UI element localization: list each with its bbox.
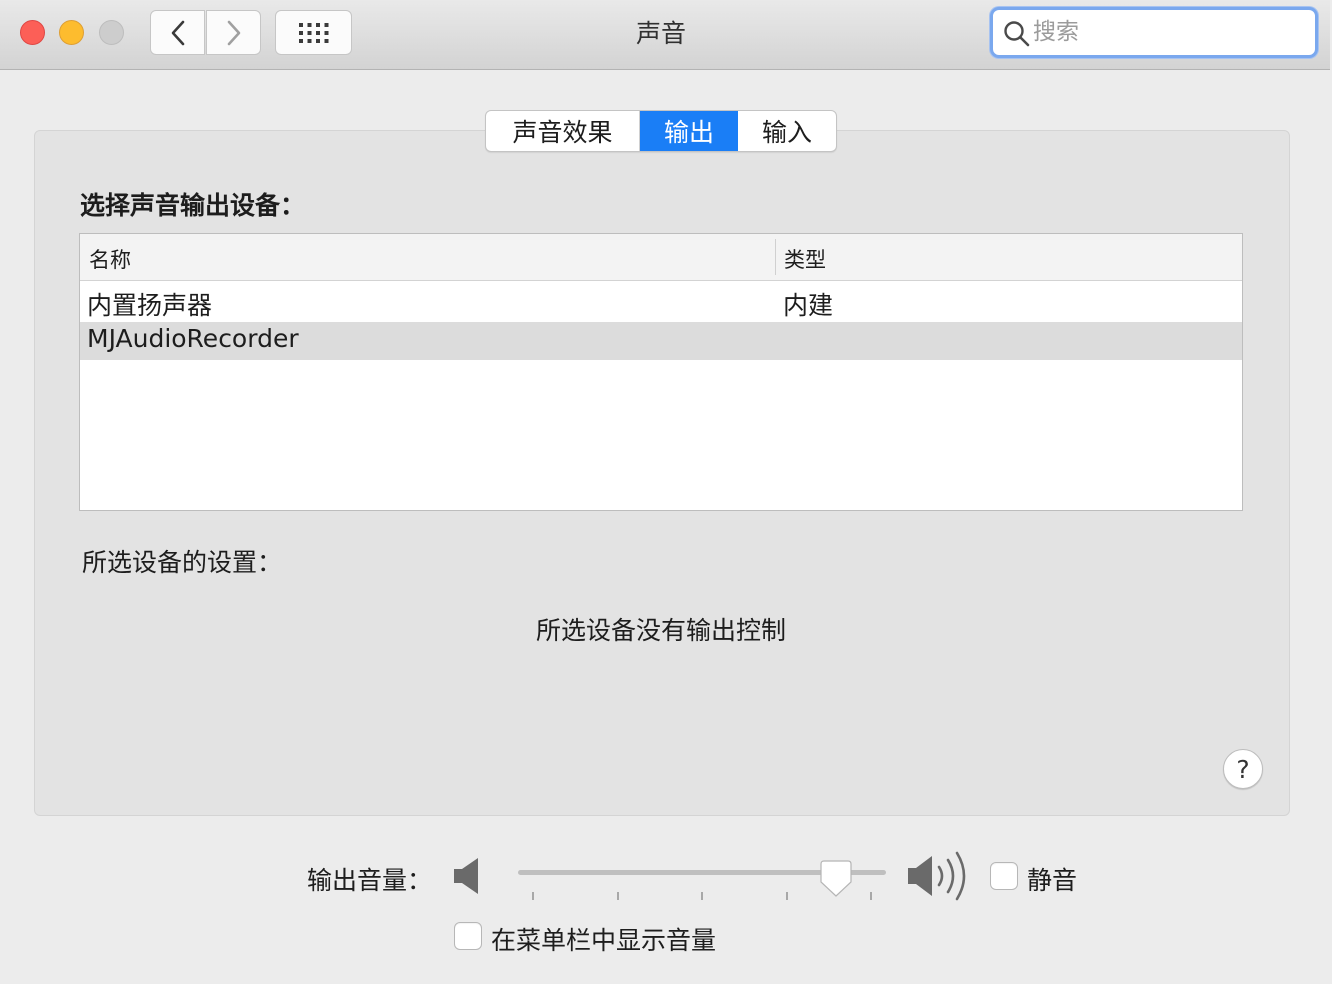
output-device-heading: 选择声音输出设备： (80, 191, 306, 220)
slider-tick (870, 892, 872, 900)
show-volume-in-menubar-checkbox[interactable] (454, 922, 482, 950)
device-name: MJAudioRecorder (87, 324, 299, 353)
table-row-selected[interactable]: MJAudioRecorder (80, 322, 1242, 360)
slider-tick (617, 892, 619, 900)
slider-tick (532, 892, 534, 900)
column-divider[interactable] (775, 239, 776, 275)
no-output-control-message: 所选设备没有输出控制 (535, 616, 786, 645)
device-name: 内置扬声器 (87, 291, 213, 320)
table-header: 名称 类型 (80, 234, 1242, 281)
volume-slider-knob[interactable] (820, 860, 852, 898)
output-volume-label: 输出音量： (307, 866, 433, 895)
table-row[interactable]: 内置扬声器 内建 (80, 282, 1242, 322)
tab-bar: 声音效果 输出 输入 (485, 110, 837, 152)
output-device-table[interactable]: 名称 类型 内置扬声器 内建 MJAudioRecorder (79, 233, 1243, 511)
column-header-name[interactable]: 名称 (89, 244, 131, 274)
slider-tick (701, 892, 703, 900)
search-field[interactable] (990, 7, 1318, 58)
device-settings-label: 所选设备的设置： (82, 548, 283, 577)
volume-slider[interactable] (518, 860, 886, 900)
tab-output[interactable]: 输出 (640, 111, 738, 151)
speaker-low-icon (454, 858, 478, 894)
speaker-high-icon (908, 851, 966, 901)
device-type: 内建 (783, 291, 834, 320)
search-input[interactable] (1033, 16, 1303, 48)
title-bar: 声音 (0, 0, 1330, 70)
show-volume-in-menubar-label[interactable]: 在菜单栏中显示音量 (491, 921, 716, 957)
slider-tick (786, 892, 788, 900)
tab-sound-effects[interactable]: 声音效果 (486, 111, 640, 151)
column-header-type[interactable]: 类型 (784, 244, 826, 274)
help-button[interactable]: ? (1223, 749, 1263, 789)
mute-checkbox[interactable] (990, 862, 1018, 890)
search-icon (1004, 21, 1030, 47)
tab-input[interactable]: 输入 (738, 111, 836, 151)
mute-label[interactable]: 静音 (1027, 861, 1077, 897)
